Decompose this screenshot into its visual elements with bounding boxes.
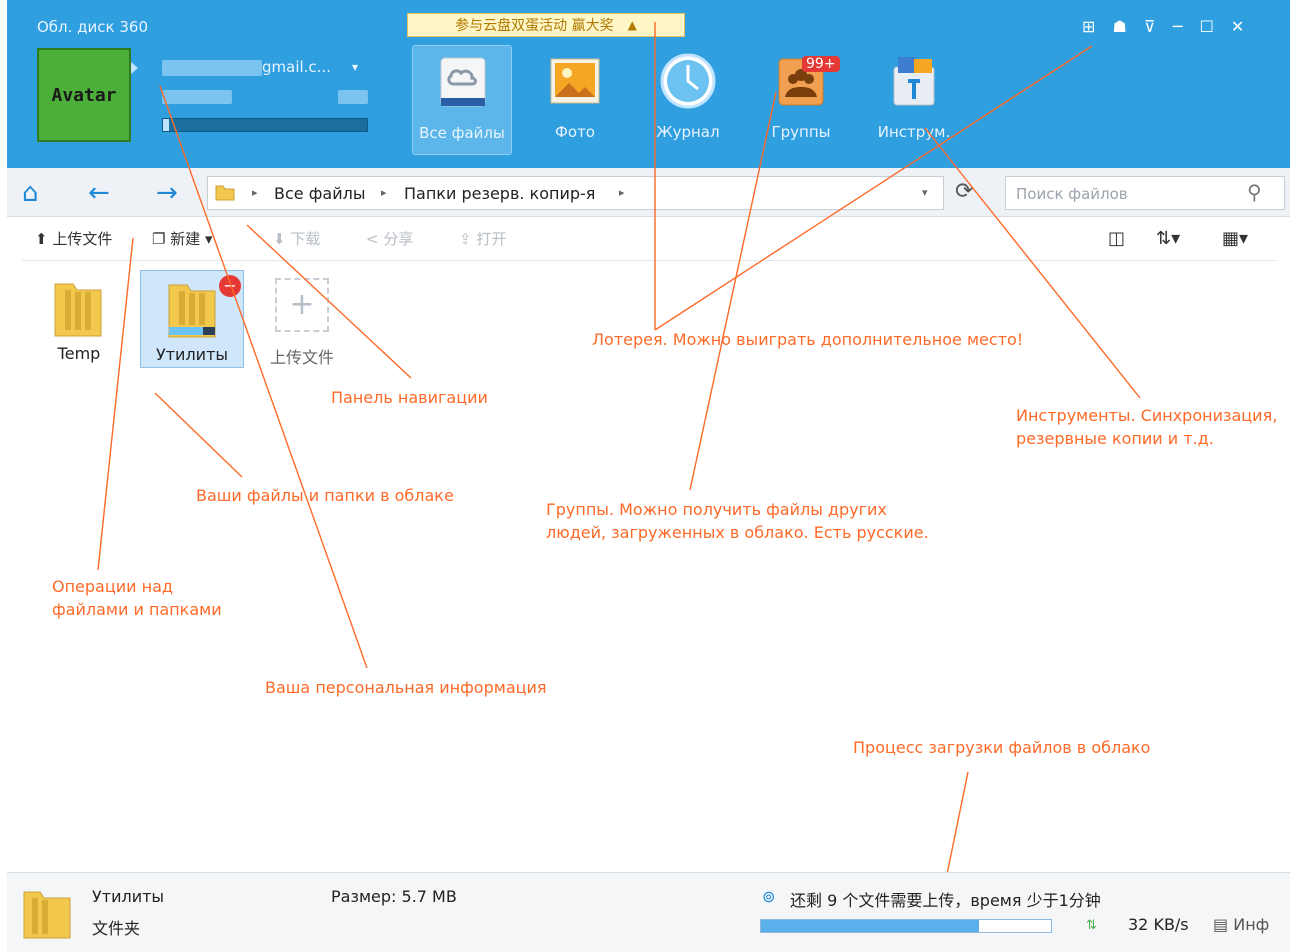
search-icon[interactable]: ⚲ [1247,180,1262,204]
user-dropdown-icon[interactable]: ▾ [352,60,358,74]
file-item-upload[interactable]: + 上传文件 [250,270,354,368]
remove-icon[interactable]: − [219,275,241,297]
note-operations-line: Операции над [52,577,173,596]
status-file-type: 文件夹 [92,919,141,938]
upload-button[interactable]: ⬆ 上传文件 [35,228,112,249]
list-icon: ▤ [1213,915,1229,934]
clock-icon [660,53,716,109]
grid-view-icon[interactable]: ▦▾ [1222,228,1248,249]
quota-fill [163,119,170,131]
note-operations: Операции над файлами и папками [52,575,222,621]
note-files: Ваши файлы и папки в облаке [196,486,454,505]
note-upload: Процесс загрузки файлов в облако [853,738,1151,757]
note-groups-line: Группы. Можно получить файлы других [546,500,887,519]
path-dropdown-icon[interactable]: ▾ [922,186,928,199]
nav-label: Журнал [656,123,720,141]
share-button[interactable]: < 分享 [366,228,413,249]
breadcrumb-backup-folders[interactable]: Папки резерв. копир-я [404,184,595,203]
info-button[interactable]: ▤ Инф [1213,915,1269,934]
upload-arrow-icon: ⬆ [35,230,48,248]
detail-view-icon[interactable]: ◫ [1108,228,1125,249]
breadcrumb-all-files[interactable]: Все файлы [274,184,365,203]
note-personal: Ваша персональная информация [265,678,547,697]
note-groups: Группы. Можно получить файлы других люде… [546,498,929,544]
nav-label: Все файлы [419,124,505,142]
upload-progress-fill [761,920,979,932]
app-title: Обл. диск 360 [37,18,149,36]
download-button[interactable]: ⬇ 下载 [273,228,320,249]
status-file-name: Утилиты [92,887,165,906]
file-item-temp[interactable]: Temp [27,270,131,368]
name-redacted [162,90,232,104]
share-icon: < [366,230,379,248]
home-icon[interactable]: ⌂ [22,178,39,208]
back-icon[interactable]: ← [88,178,110,208]
file-name: 上传文件 [269,348,334,367]
open-button[interactable]: ⇪ 打开 [459,228,506,249]
file-name: Утилиты [155,345,229,364]
photo-icon [550,58,600,104]
open-icon: ⇪ [459,230,472,248]
quota-bar [162,118,368,132]
groups-badge: 99+ [802,56,840,72]
note-tools: Инструменты. Синхронизация, резервные ко… [1016,404,1277,450]
path-separator: ▸ [252,186,258,199]
share-label: 分享 [383,230,414,248]
upload-progress-bar [760,919,1052,933]
info-label: Инф [1233,915,1270,934]
avatar-arrow-icon [131,62,138,74]
note-navigation: Панель навигации [331,388,488,407]
forward-icon[interactable]: → [156,178,178,208]
sort-icon[interactable]: ⇅▾ [1156,228,1180,249]
new-folder-icon: ❐ [152,230,166,248]
note-lottery: Лотерея. Можно выиграть дополнительное м… [592,330,1024,349]
file-item-utilities[interactable]: − Утилиты [140,270,244,368]
sync-icon: ⊚ [762,887,776,906]
add-icon: + [275,278,329,332]
lottery-banner[interactable]: 参与云盘双蛋活动 赢大奖 ▲ [407,13,685,37]
download-label: 下载 [290,230,321,248]
note-operations-line: файлами и папками [52,600,222,619]
refresh-icon[interactable]: ⟳ [955,179,973,204]
window-controls[interactable]: ⊞ ☗ ⊽ ─ ☐ ✕ [1082,17,1250,36]
folder-icon [215,185,235,201]
note-tools-line: резервные копии и т.д. [1016,429,1214,448]
status-size: Размер: 5.7 MB [331,887,457,906]
chevron-down-icon: ▾ [205,230,213,248]
path-separator: ▸ [381,186,387,199]
nav-journal[interactable]: Журнал [638,45,738,155]
email-redacted [162,60,262,76]
avatar[interactable]: Avatar [37,48,131,142]
new-label: 新建 [170,230,201,248]
upload-speed: 32 KB/s [1128,915,1189,934]
lottery-arrow-icon: ▲ [627,18,637,32]
open-label: 打开 [476,230,507,248]
new-button[interactable]: ❐ 新建 ▾ [152,228,213,249]
cloud-icon [440,57,486,107]
upload-message: 还剩 9 个文件需要上传，время 少于1分钟 [790,891,1101,910]
upload-label: 上传文件 [52,230,113,248]
nav-label: Инструм. [877,123,951,141]
nav-tools[interactable]: Инструм. [864,45,964,155]
nav-all-files[interactable]: Все файлы [412,45,512,155]
id-redacted [338,90,368,104]
tools-icon [893,57,935,106]
folder-icon [54,283,102,337]
folder-icon [23,891,71,939]
download-icon: ⬇ [273,230,286,248]
transfer-icon: ⇅ [1086,918,1097,933]
lottery-text: 参与云盘双蛋活动 赢大奖 [455,18,614,34]
status-bar [7,872,1290,952]
nav-label: Группы [771,123,831,141]
user-email[interactable]: gmail.c... [262,58,331,76]
divider [22,260,1277,261]
nav-photos[interactable]: Фото [525,45,625,155]
nav-label: Фото [554,123,595,141]
file-name: Temp [57,344,101,363]
note-groups-line: людей, загруженных в облако. Есть русски… [546,523,929,542]
path-separator: ▸ [619,186,625,199]
folder-icon [168,284,216,338]
note-tools-line: Инструменты. Синхронизация, [1016,406,1278,425]
search-input[interactable]: Поиск файлов [1005,176,1285,210]
